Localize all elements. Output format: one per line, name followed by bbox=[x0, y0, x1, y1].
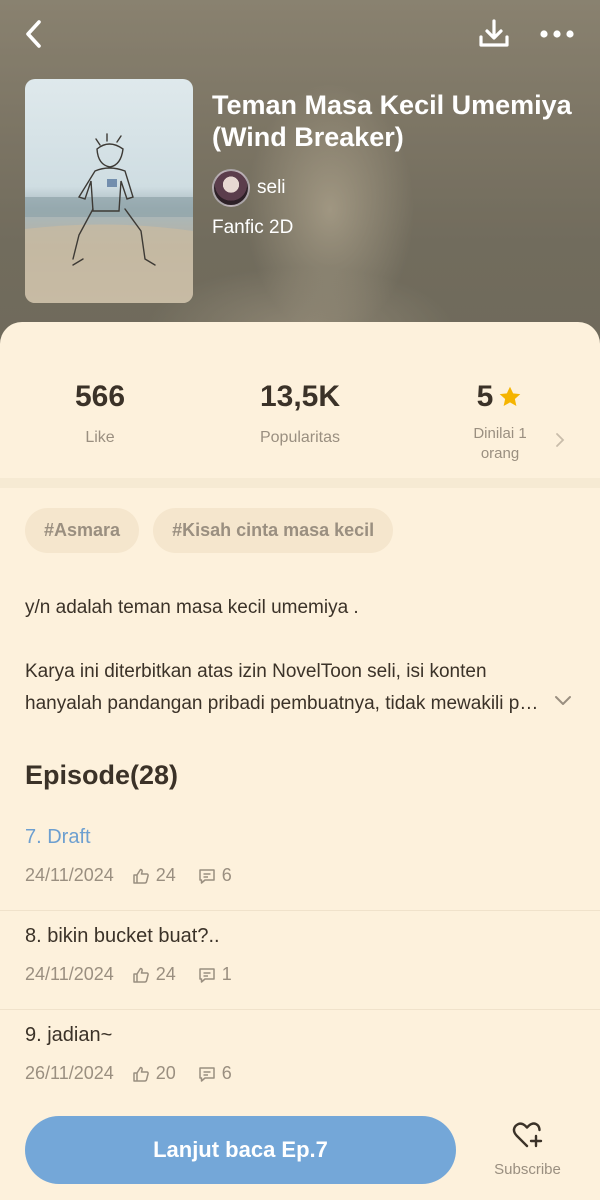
popularity-label: Popularitas bbox=[259, 429, 341, 446]
episode-date: 24/11/2024 bbox=[25, 964, 114, 984]
popularity-stat: 13,5K Popularitas bbox=[200, 377, 400, 447]
episode-meta: 26/11/2024 20 6 bbox=[25, 1063, 232, 1084]
chevron-left-icon bbox=[26, 20, 41, 48]
chevron-down-icon[interactable] bbox=[552, 692, 574, 708]
episode-date: 24/11/2024 bbox=[25, 865, 114, 885]
continue-reading-button[interactable]: Lanjut baca Ep.7 bbox=[25, 1116, 456, 1184]
popularity-value: 13,5K bbox=[259, 380, 341, 413]
bottom-action-bar: Lanjut baca Ep.7 Subscribe bbox=[0, 1100, 600, 1200]
rating-value-row: 5 bbox=[400, 377, 600, 417]
episode-likes: 24 bbox=[155, 964, 176, 984]
episode-comments: 1 bbox=[221, 964, 232, 984]
top-bar bbox=[0, 0, 600, 70]
episode-item[interactable]: 9. jadian~ 26/11/2024 20 6 bbox=[0, 1010, 600, 1109]
episode-title: 8. bikin bucket buat?.. bbox=[25, 925, 220, 947]
back-button[interactable] bbox=[14, 14, 54, 54]
episode-item[interactable]: 8. bikin bucket buat?.. 24/11/2024 24 1 bbox=[0, 911, 600, 1010]
episode-meta: 24/11/2024 24 1 bbox=[25, 964, 232, 985]
episode-comments: 6 bbox=[221, 865, 232, 885]
details-card: 566 Like 13,5K Popularitas 5 Dinilai 1 o… bbox=[0, 322, 600, 1200]
episode-title: 9. jadian~ bbox=[25, 1024, 113, 1046]
episode-item[interactable]: 7. Draft 24/11/2024 24 6 bbox=[0, 812, 600, 911]
tag-chip[interactable]: #Kisah cinta masa kecil bbox=[153, 508, 394, 553]
chevron-right-icon[interactable] bbox=[553, 432, 567, 448]
subscribe-label: Subscribe bbox=[494, 1161, 561, 1178]
tag-list: #Asmara #Kisah cinta masa kecil bbox=[25, 508, 394, 553]
description-line: hanyalah pandangan pribadi pembuatnya, t… bbox=[25, 693, 545, 714]
episode-likes: 24 bbox=[155, 865, 176, 885]
comment-icon bbox=[198, 867, 216, 885]
cover-image bbox=[25, 79, 193, 303]
more-button[interactable] bbox=[534, 14, 580, 54]
heart-plus-icon bbox=[512, 1122, 542, 1148]
description-line: y/n adalah teman masa kecil umemiya . bbox=[25, 597, 359, 618]
subscribe-button[interactable]: Subscribe bbox=[480, 1120, 575, 1184]
episode-date: 26/11/2024 bbox=[25, 1063, 114, 1083]
likes-stat: 566 Like bbox=[0, 377, 200, 447]
star-icon bbox=[500, 386, 521, 406]
rating-stat[interactable]: 5 Dinilai 1 orang bbox=[400, 377, 600, 464]
comment-icon bbox=[198, 1065, 216, 1083]
novel-title: Teman Masa Kecil Umemiya (Wind Breaker) bbox=[212, 90, 572, 152]
stats-row: 566 Like 13,5K Popularitas 5 Dinilai 1 o… bbox=[0, 322, 600, 478]
thumbs-up-icon bbox=[132, 1065, 150, 1083]
comment-icon bbox=[198, 966, 216, 984]
episode-title: 7. Draft bbox=[25, 826, 91, 848]
episode-meta: 24/11/2024 24 6 bbox=[25, 865, 232, 886]
more-horizontal-icon bbox=[540, 30, 574, 38]
thumbs-up-icon bbox=[132, 966, 150, 984]
author-avatar bbox=[212, 169, 250, 207]
tag-chip[interactable]: #Asmara bbox=[25, 508, 140, 553]
episode-list: 7. Draft 24/11/2024 24 6 8. bikin bucket… bbox=[0, 812, 600, 1109]
episode-likes: 20 bbox=[155, 1063, 176, 1083]
likes-value: 566 bbox=[74, 380, 126, 413]
thumbs-up-icon bbox=[132, 867, 150, 885]
section-divider bbox=[0, 478, 600, 488]
description-line: Karya ini diterbitkan atas izin NovelToo… bbox=[25, 661, 487, 682]
author-name: seli bbox=[257, 177, 286, 198]
rating-value: 5 bbox=[476, 380, 494, 413]
download-icon bbox=[479, 19, 509, 47]
rating-label: Dinilai 1 orang bbox=[473, 425, 527, 462]
episode-comments: 6 bbox=[221, 1063, 232, 1083]
description: y/n adalah teman masa kecil umemiya . Ka… bbox=[25, 592, 545, 720]
likes-label: Like bbox=[85, 429, 115, 446]
genre-label: Fanfic 2D bbox=[212, 217, 294, 238]
download-button[interactable] bbox=[474, 14, 514, 54]
hero-banner: Teman Masa Kecil Umemiya (Wind Breaker) … bbox=[0, 0, 600, 345]
author-link[interactable]: seli bbox=[212, 169, 286, 207]
episode-count-heading: Episode(28) bbox=[25, 760, 179, 790]
